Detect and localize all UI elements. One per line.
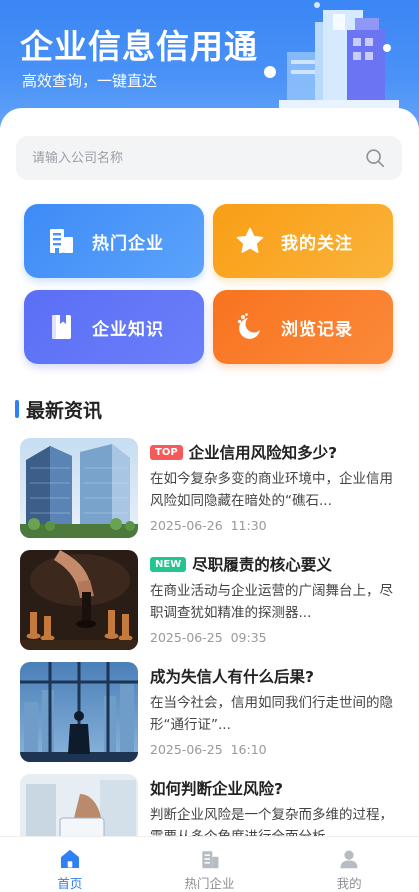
history-icon bbox=[235, 312, 265, 342]
tab-label: 我的 bbox=[336, 876, 362, 891]
menu-label: 热门企业 bbox=[92, 233, 164, 254]
news-date: 2025-06-26 bbox=[150, 518, 223, 533]
news-time: 09:35 bbox=[230, 630, 267, 645]
news-time: 11:30 bbox=[230, 518, 267, 533]
tab-hot-companies[interactable]: 热门企业 bbox=[140, 837, 280, 892]
news-title: 企业信用风险知多少? bbox=[188, 444, 338, 462]
star-icon bbox=[235, 226, 265, 256]
news-time: 16:10 bbox=[230, 742, 267, 757]
menu-label: 企业知识 bbox=[92, 319, 164, 340]
search-bar[interactable] bbox=[16, 136, 402, 180]
news-thumbnail bbox=[20, 438, 138, 538]
tab-label: 首页 bbox=[57, 876, 83, 891]
decor-dot bbox=[314, 2, 320, 8]
book-icon bbox=[46, 312, 76, 342]
news-timestamp: 2025-06-25 16:10 bbox=[150, 742, 267, 757]
menu-label: 我的关注 bbox=[281, 233, 353, 254]
tab-label: 热门企业 bbox=[184, 876, 235, 891]
app-subtitle: 高效查询，一键直达 bbox=[22, 72, 158, 90]
new-badge: NEW bbox=[150, 556, 187, 572]
home-icon bbox=[60, 849, 79, 869]
menu-hot-companies[interactable]: 热门企业 bbox=[24, 204, 204, 278]
news-summary: 在当今社会，信用如同我们行走世间的隐形“通行证”... bbox=[150, 695, 393, 733]
news-headline: 成为失信人有什么后果? bbox=[150, 665, 402, 687]
news-headline: NEW 尽职履责的核心要义 bbox=[150, 553, 402, 575]
building-icon bbox=[201, 851, 218, 869]
decor-dot bbox=[264, 66, 276, 78]
news-item[interactable]: TOP 企业信用风险知多少? 在如今复杂多变的商业环境中，企业信用风险如同隐藏在… bbox=[20, 438, 404, 538]
menu-my-follows[interactable]: 我的关注 bbox=[213, 204, 393, 278]
user-icon bbox=[340, 850, 358, 869]
menu-browse-history[interactable]: 浏览记录 bbox=[213, 290, 393, 364]
news-title: 如何判断企业风险? bbox=[150, 780, 283, 798]
news-timestamp: 2025-06-26 11:30 bbox=[150, 518, 267, 533]
menu-company-knowledge[interactable]: 企业知识 bbox=[24, 290, 204, 364]
news-timestamp: 2025-06-25 09:35 bbox=[150, 630, 267, 645]
news-date: 2025-06-25 bbox=[150, 742, 223, 757]
bottom-tab-bar: 首页 热门企业 我的 bbox=[0, 836, 419, 892]
news-headline: 如何判断企业风险? bbox=[150, 777, 402, 799]
tab-home[interactable]: 首页 bbox=[0, 837, 140, 892]
news-thumbnail bbox=[20, 550, 138, 650]
search-icon[interactable] bbox=[364, 147, 386, 169]
section-accent-bar bbox=[15, 400, 19, 418]
news-headline: TOP 企业信用风险知多少? bbox=[150, 441, 402, 463]
search-input[interactable] bbox=[32, 150, 364, 166]
news-item[interactable]: 成为失信人有什么后果? 在当今社会，信用如同我们行走世间的隐形“通行证”... … bbox=[20, 662, 404, 762]
news-summary: 在商业活动与企业运营的广阔舞台上，尽职调查犹如精准的探测器... bbox=[150, 583, 393, 621]
top-badge: TOP bbox=[150, 444, 183, 460]
news-thumbnail bbox=[20, 662, 138, 762]
tab-profile[interactable]: 我的 bbox=[279, 837, 419, 892]
decor-dot bbox=[383, 44, 391, 52]
section-title: 最新资讯 bbox=[26, 400, 103, 422]
menu-label: 浏览记录 bbox=[281, 319, 353, 340]
building-icon bbox=[46, 226, 76, 256]
news-title: 尽职履责的核心要义 bbox=[192, 556, 332, 574]
news-title: 成为失信人有什么后果? bbox=[150, 668, 314, 686]
news-date: 2025-06-25 bbox=[150, 630, 223, 645]
app-title: 企业信息信用通 bbox=[20, 27, 258, 66]
buildings-illustration bbox=[279, 10, 399, 116]
news-summary: 在如今复杂多变的商业环境中，企业信用风险如同隐藏在暗处的“礁石... bbox=[150, 471, 393, 509]
news-item[interactable]: NEW 尽职履责的核心要义 在商业活动与企业运营的广阔舞台上，尽职调查犹如精准的… bbox=[20, 550, 404, 650]
